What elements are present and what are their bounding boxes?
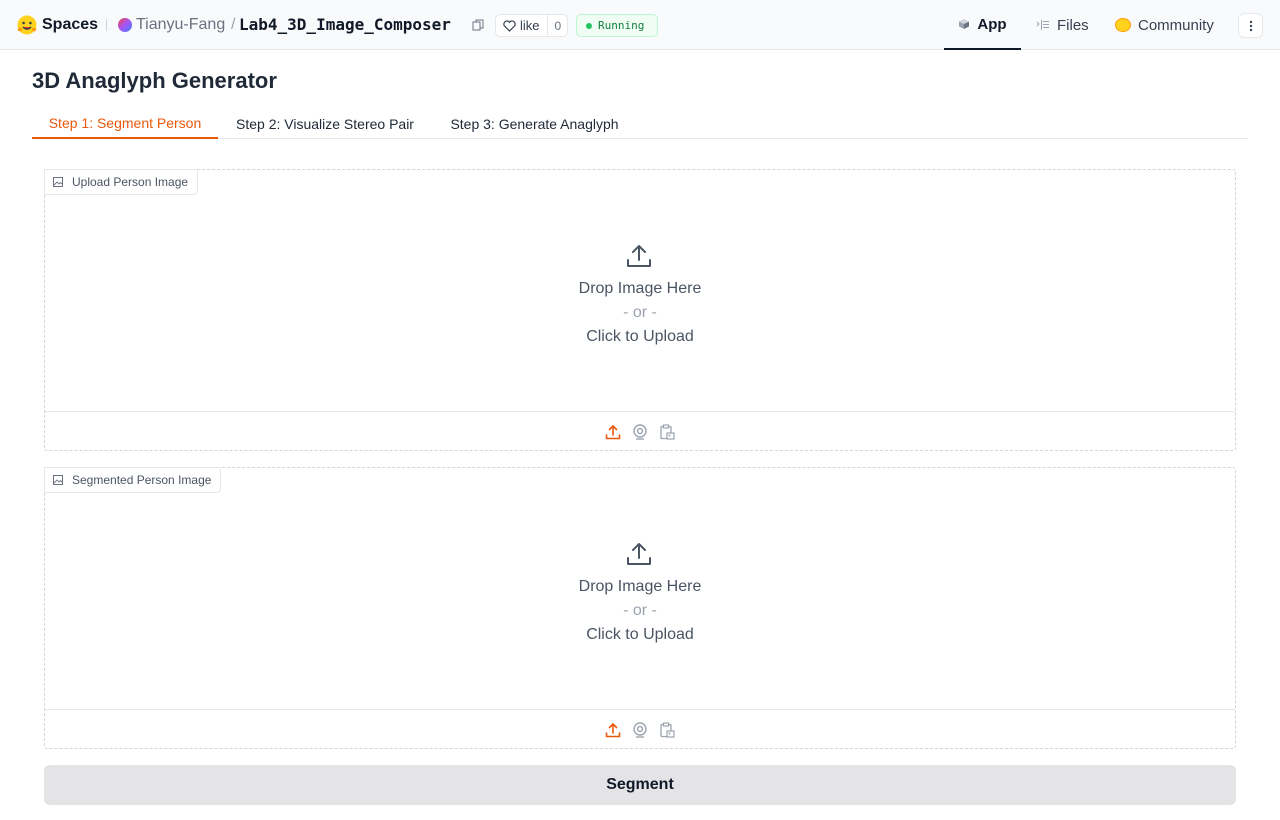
spaces-brand-link[interactable]: Spaces [42,15,98,35]
top-bar: Spaces Tianyu-Fang / Lab4_3D_Image_Compo… [0,0,1280,50]
or-text: - or - [623,304,657,321]
clipboard-icon [660,424,675,440]
tab-step-2[interactable]: Step 2: Visualize Stereo Pair [218,108,432,139]
upload-person-image-panel: Drop Image Here - or - Click to Upload U… [44,169,1236,451]
copy-icon[interactable] [472,19,484,31]
click-to-upload-text: Click to Upload [586,626,694,643]
drop-text: Drop Image Here [578,280,702,297]
like-main[interactable]: like [496,15,547,36]
segmented-person-image-panel: Drop Image Here - or - Click to Upload S… [44,467,1236,749]
like-button[interactable]: like 0 [495,14,568,37]
like-label: like [520,18,540,33]
segment-button[interactable]: Segment [44,765,1236,805]
owner-avatar[interactable] [118,18,132,32]
more-menu-button[interactable] [1238,13,1263,38]
cube-icon [959,19,970,29]
image-drop-zone[interactable]: Drop Image Here - or - Click to Upload [45,170,1235,411]
image-input-label: Segmented Person Image [44,467,222,493]
source-webcam-button[interactable] [631,721,649,739]
source-clipboard-button[interactable] [658,423,676,441]
nav-tab-app[interactable]: App [944,0,1021,50]
page-title: 3D Anaglyph Generator [32,68,277,93]
image-input-label-text: Segmented Person Image [72,473,212,487]
huggingface-logo-icon[interactable] [16,14,38,36]
like-count[interactable]: 0 [546,15,567,36]
drop-text: Drop Image Here [578,578,702,595]
image-input-label: Upload Person Image [44,169,199,195]
or-text: - or - [623,602,657,619]
source-selector [45,411,1235,451]
community-icon [1115,18,1131,32]
source-upload-button[interactable] [604,423,622,441]
click-to-upload-text: Click to Upload [586,328,694,345]
status-text: Running [598,19,645,32]
divider [106,19,107,31]
image-input-label-text: Upload Person Image [72,175,189,189]
webcam-icon [633,722,647,738]
step-tabs: Step 1: Segment Person Step 2: Visualize… [32,108,1248,139]
webcam-icon [633,424,647,440]
owner-link[interactable]: Tianyu-Fang [136,15,225,35]
nav-tab-files-label: Files [1057,16,1089,34]
status-dot [586,22,592,29]
repo-name-link[interactable]: Lab4_3D_Image_Composer [239,15,451,35]
tab-step-3[interactable]: Step 3: Generate Anaglyph [432,108,637,139]
source-webcam-button[interactable] [631,423,649,441]
more-vertical-icon [1249,20,1252,31]
tab-step-1[interactable]: Step 1: Segment Person [32,108,218,139]
clipboard-icon [660,722,675,738]
heart-icon [503,19,516,32]
upload-icon [605,425,621,440]
source-upload-button[interactable] [604,721,622,739]
upload-icon [627,245,651,267]
upload-icon [605,723,621,738]
nav-tab-files[interactable]: Files [1036,0,1089,50]
source-selector [45,709,1235,749]
image-drop-zone[interactable]: Drop Image Here - or - Click to Upload [45,468,1235,709]
nav-tab-community-label: Community [1138,16,1214,34]
files-icon [1036,20,1049,30]
image-icon [53,177,63,187]
path-separator: / [231,16,236,33]
image-icon [53,475,63,485]
nav-tab-app-label: App [977,15,1007,33]
upload-icon [627,543,651,565]
nav-tab-community[interactable]: Community [1115,0,1214,50]
status-badge: Running [576,14,658,37]
source-clipboard-button[interactable] [658,721,676,739]
